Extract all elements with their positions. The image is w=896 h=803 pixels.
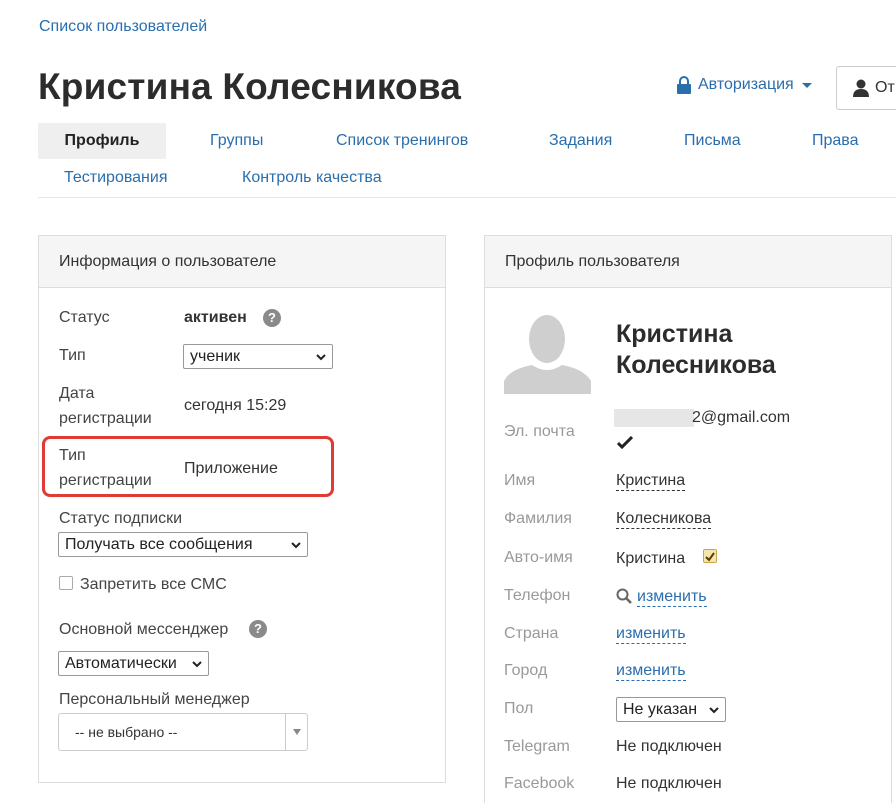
chevron-down-icon	[291, 541, 301, 548]
caret-down-icon	[801, 82, 812, 88]
gender-label: Пол	[504, 700, 534, 717]
last-name-value[interactable]: Колесникова	[616, 510, 712, 529]
auto-name-value: Кристина	[616, 550, 686, 567]
sms-label: Запретить все СМС	[80, 576, 227, 593]
reg-date-value: сегодня 15:29	[184, 397, 287, 414]
tabs-divider	[38, 197, 896, 198]
subscription-select-value: Получать все сообщения	[65, 535, 253, 553]
user-menu-label: От	[875, 79, 895, 96]
user-icon	[853, 79, 869, 97]
email-label: Эл. почта	[504, 423, 575, 440]
auto-name-checkbox[interactable]	[703, 549, 717, 563]
status-label: Статус	[59, 309, 110, 326]
highlight-box	[42, 436, 334, 497]
profile-name-line1: Кристина	[616, 320, 733, 348]
facebook-value: Не подключен	[616, 775, 722, 792]
first-name-value[interactable]: Кристина	[616, 472, 686, 491]
profile-panel-title: Профиль пользователя	[485, 236, 891, 288]
avatar[interactable]	[504, 309, 591, 394]
messenger-select[interactable]: Автоматически	[58, 651, 209, 676]
tab-quality-control[interactable]: Контроль качества	[242, 160, 382, 196]
type-select-value: ученик	[190, 347, 241, 365]
phone-label: Телефон	[504, 587, 571, 604]
facebook-label: Facebook	[504, 775, 575, 792]
manager-select-value: -- не выбрано --	[75, 724, 178, 740]
user-info-panel-title: Информация о пользователе	[39, 236, 445, 288]
manager-select[interactable]: -- не выбрано --	[58, 713, 308, 751]
help-icon[interactable]: ?	[263, 309, 281, 327]
lock-icon	[677, 76, 691, 94]
telegram-value: Не подключен	[616, 738, 722, 755]
subscription-label: Статус подписки	[59, 510, 183, 527]
chevron-down-icon	[709, 706, 719, 713]
gender-select[interactable]: Не указан	[616, 697, 726, 722]
check-icon	[617, 436, 633, 449]
chevron-down-icon	[192, 660, 202, 667]
city-edit-link[interactable]: изменить	[616, 662, 686, 681]
subscription-select[interactable]: Получать все сообщения	[58, 532, 308, 557]
tab-trainings[interactable]: Список тренингов	[336, 123, 468, 159]
country-edit-link[interactable]: изменить	[616, 625, 686, 644]
user-menu-button[interactable]: От	[836, 66, 896, 110]
tab-testing[interactable]: Тестирования	[64, 160, 168, 196]
reg-date-label: Дата	[59, 385, 95, 402]
country-label: Страна	[504, 625, 559, 642]
tab-letters[interactable]: Письма	[684, 123, 741, 159]
first-name-label: Имя	[504, 472, 536, 489]
tab-tasks[interactable]: Задания	[549, 123, 612, 159]
breadcrumb-users-list[interactable]: Список пользователей	[39, 18, 207, 36]
messenger-label: Основной мессенджер	[59, 621, 229, 638]
tab-groups[interactable]: Группы	[210, 123, 263, 159]
reg-date-label-2: регистрации	[59, 410, 152, 427]
status-value: активен	[184, 309, 247, 326]
caret-down-icon	[292, 729, 301, 735]
last-name-label: Фамилия	[504, 510, 572, 527]
sms-checkbox[interactable]	[59, 576, 73, 590]
tab-rights[interactable]: Права	[812, 123, 859, 159]
search-icon	[616, 588, 632, 604]
manager-select-arrow	[285, 714, 307, 750]
auto-name-label: Авто-имя	[504, 549, 573, 566]
city-label: Город	[504, 662, 548, 679]
auth-dropdown[interactable]: Авторизация	[676, 76, 812, 94]
help-icon[interactable]: ?	[249, 620, 267, 638]
chevron-down-icon	[316, 353, 326, 360]
tab-profile[interactable]: Профиль	[38, 123, 166, 159]
messenger-select-value: Автоматически	[65, 654, 177, 672]
telegram-label: Telegram	[504, 738, 570, 755]
gender-select-value: Не указан	[623, 700, 698, 718]
page-title: Кристина Колесникова	[38, 66, 462, 107]
email-value: 2@gmail.com	[692, 409, 791, 426]
manager-label: Персональный менеджер	[59, 691, 250, 708]
profile-name-line2: Колесникова	[616, 351, 776, 379]
auth-label: Авторизация	[698, 76, 794, 93]
phone-edit-link[interactable]: изменить	[637, 588, 707, 607]
check-icon	[705, 552, 715, 562]
type-select[interactable]: ученик	[183, 344, 333, 369]
email-redaction	[614, 409, 694, 427]
type-label: Тип	[59, 347, 86, 364]
